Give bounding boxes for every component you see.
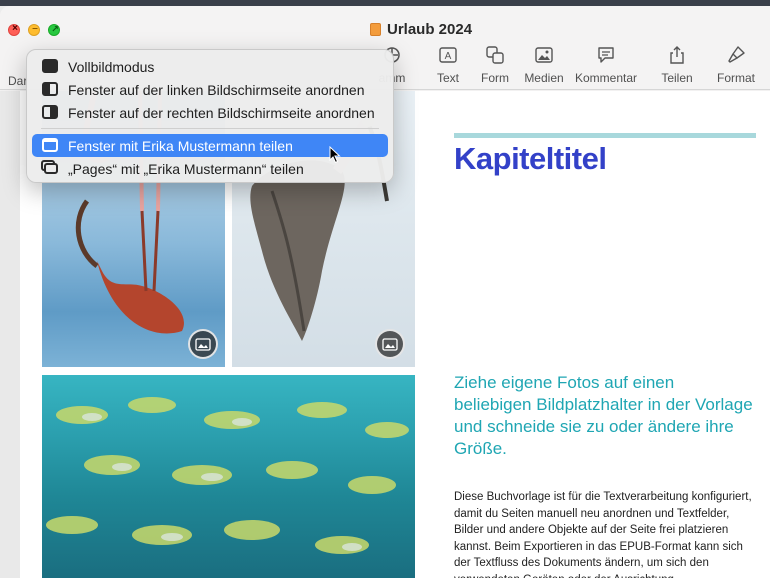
toolbar-shape-label: Form [481, 71, 509, 85]
menu-item-label: „Pages“ mit „Erika Mustermann“ teilen [68, 160, 304, 177]
menu-item-tile-right[interactable]: Fenster auf der rechten Bildschirmseite … [32, 101, 388, 124]
replace-image-button[interactable] [375, 329, 405, 359]
fullscreen-arrows-icon: ↗ [51, 24, 59, 34]
toolbar-format-button[interactable]: Format [701, 44, 770, 88]
close-window-button[interactable]: × [8, 23, 20, 36]
comment-icon [595, 44, 617, 66]
toolbar-text-label: Text [436, 71, 459, 85]
photo-icon [382, 337, 398, 351]
minimize-icon: – [32, 23, 38, 34]
document-title-text: Urlaub 2024 [387, 20, 473, 38]
share-icon [666, 44, 688, 66]
text-box-icon: A [437, 44, 459, 66]
fish-photo-placeholder[interactable] [42, 375, 415, 578]
photo-icon [195, 337, 211, 351]
menu-item-label: Fenster auf der linken Bildschirmseite a… [68, 81, 365, 98]
menu-item-label: Fenster mit Erika Mustermann teilen [68, 137, 293, 154]
zoom-window-button[interactable]: ↗ [48, 24, 60, 36]
body-paragraph[interactable]: Diese Buchvorlage ist für die Textverarb… [454, 489, 754, 578]
toolbar-format-label: Format [716, 71, 755, 85]
media-icon [533, 44, 555, 66]
toolbar-share-label: Teilen [661, 71, 693, 85]
toolbar-comment-label: Kommentar [574, 71, 638, 85]
chapter-divider [454, 133, 756, 138]
menu-item-fullscreen[interactable]: Vollbildmodus [32, 55, 388, 78]
toolbar-label-partial[interactable]: Dar [8, 74, 27, 88]
menu-item-label: Fenster auf der rechten Bildschirmseite … [68, 104, 375, 121]
toolbar-media-label: Medien [524, 71, 564, 85]
share-app-icon [44, 163, 58, 174]
pages-document-icon [370, 22, 381, 36]
format-brush-icon [725, 44, 747, 66]
lead-paragraph[interactable]: Ziehe eigene Fotos auf einen beliebigen … [454, 372, 754, 460]
tile-right-icon [42, 105, 58, 119]
close-icon: × [12, 23, 18, 34]
toolbar-media-button[interactable]: Medien [509, 44, 579, 88]
tile-left-icon [42, 82, 58, 96]
menu-item-tile-left[interactable]: Fenster auf der linken Bildschirmseite a… [32, 78, 388, 101]
svg-text:A: A [445, 51, 452, 62]
minimize-window-button[interactable]: – [28, 23, 40, 36]
toolbar-comment-button[interactable]: Kommentar [571, 44, 641, 88]
replace-image-button[interactable] [188, 329, 218, 359]
fullscreen-icon [42, 59, 58, 73]
document-title: Urlaub 2024 [370, 19, 472, 39]
chapter-title[interactable]: Kapiteltitel [454, 141, 607, 177]
fish-school-image [46, 397, 409, 554]
share-window-icon [42, 138, 58, 152]
menu-item-label: Vollbildmodus [68, 58, 155, 75]
mouse-cursor-icon [329, 145, 341, 169]
shape-icon [484, 44, 506, 66]
menu-separator [41, 128, 379, 129]
